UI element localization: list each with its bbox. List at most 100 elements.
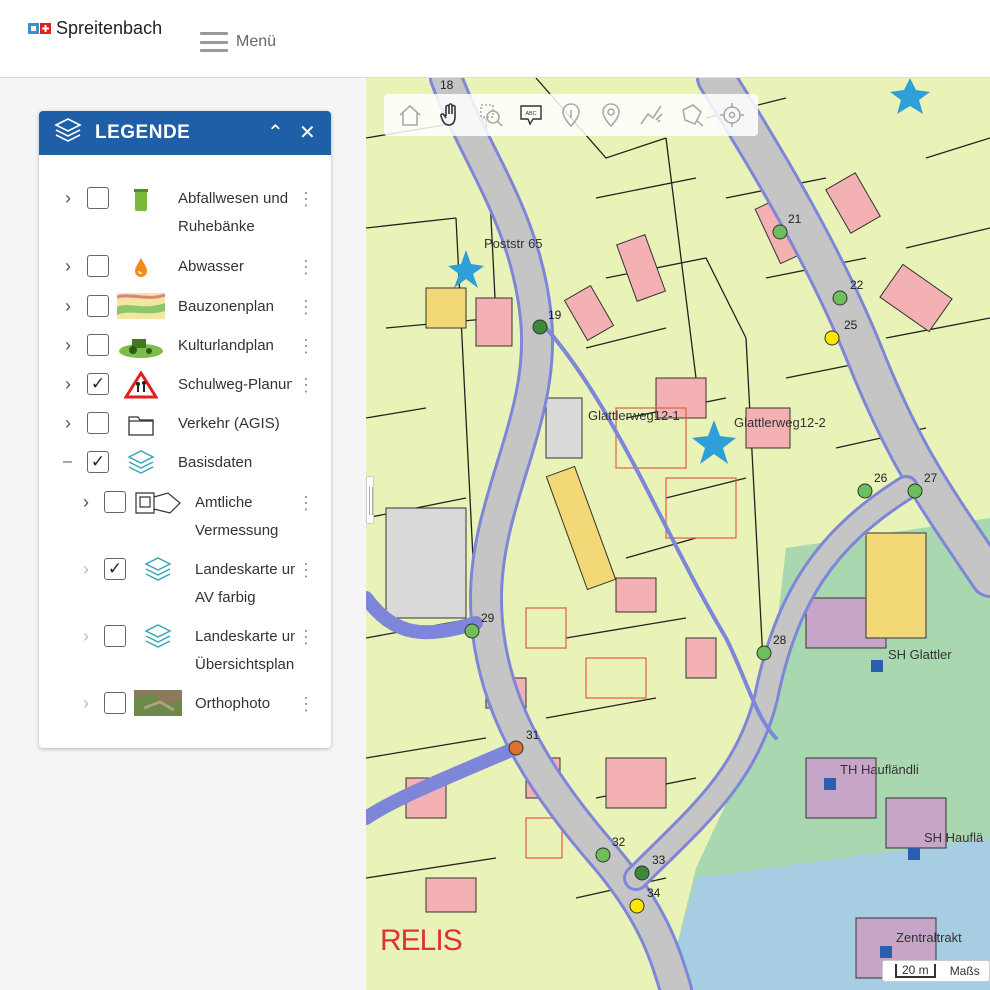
layer-checkbox[interactable] xyxy=(104,491,126,513)
orthophoto-icon xyxy=(134,690,182,716)
chevron-right-icon[interactable]: › xyxy=(65,189,77,207)
layer-label: Landeskarte und xyxy=(195,561,295,578)
brand[interactable]: Spreitenbach xyxy=(28,18,162,39)
layer-label: Schulweg-Planung xyxy=(178,376,292,393)
map-label-sh-haufland: SH Hauflä xyxy=(924,830,984,845)
relis-watermark: RELIS xyxy=(380,924,463,958)
close-icon[interactable]: ✕ xyxy=(299,123,316,143)
map-drawing xyxy=(366,78,990,990)
layer-label: Orthophoto xyxy=(195,695,271,712)
point-number: 27 xyxy=(924,471,938,485)
point-number: 26 xyxy=(874,471,888,485)
relis-text: RELIS xyxy=(380,924,463,957)
layer-checkbox[interactable] xyxy=(87,334,109,356)
legend-header: LEGENDE ⌃ ✕ xyxy=(39,111,331,155)
more-options-icon[interactable]: ⋮ xyxy=(297,189,315,210)
legend-panel: LEGENDE ⌃ ✕ › Abfallwesen und Ruhebänke … xyxy=(39,111,331,748)
legend-title: LEGENDE xyxy=(95,122,191,143)
zoning-map-icon xyxy=(117,293,165,319)
chevron-right-icon[interactable]: › xyxy=(65,336,77,354)
more-options-icon[interactable]: ⋮ xyxy=(297,560,315,581)
point-number: 18 xyxy=(440,78,454,92)
layer-checkbox[interactable] xyxy=(87,412,109,434)
more-options-icon[interactable]: ⋮ xyxy=(297,493,315,514)
chevron-right-icon[interactable]: › xyxy=(65,297,77,315)
home-icon[interactable] xyxy=(395,100,425,130)
layer-label-2: AV farbig xyxy=(195,589,256,606)
point-number: 22 xyxy=(850,278,864,292)
layer-checkbox[interactable]: ✓ xyxy=(87,373,109,395)
folder-icon xyxy=(117,412,165,438)
layer-label: Landeskarte und xyxy=(195,628,295,645)
collapse-icon[interactable]: ⌃ xyxy=(267,123,284,143)
waste-bin-icon xyxy=(117,187,165,213)
layer-label-2: Ruhebänke xyxy=(178,218,255,235)
layer-checkbox[interactable]: ✓ xyxy=(87,451,109,473)
tractor-icon xyxy=(117,334,165,360)
menu-button[interactable]: Menü xyxy=(200,32,276,52)
layer-checkbox[interactable] xyxy=(87,295,109,317)
layer-checkbox[interactable] xyxy=(104,692,126,714)
scale-bar: 20 m Maßs xyxy=(882,960,990,982)
more-options-icon[interactable]: ⋮ xyxy=(297,694,315,715)
point-number: 33 xyxy=(652,853,666,867)
collapse-group-icon[interactable]: – xyxy=(63,453,75,471)
layers-icon xyxy=(117,450,165,476)
chevron-right-icon[interactable]: › xyxy=(83,560,95,578)
chevron-right-icon[interactable]: › xyxy=(83,493,95,511)
layers-icon xyxy=(134,557,182,583)
more-options-icon[interactable]: ⋮ xyxy=(297,297,315,318)
map-canvas[interactable]: Poststr 65 Glattlerweg12-1 Glattlerweg12… xyxy=(366,78,990,990)
point-number: 34 xyxy=(647,886,661,900)
zoom-area-icon[interactable] xyxy=(476,100,506,130)
marker-icon[interactable] xyxy=(596,100,626,130)
point-number: 25 xyxy=(844,318,858,332)
chevron-right-icon[interactable]: › xyxy=(65,257,77,275)
more-options-icon[interactable]: ⋮ xyxy=(297,336,315,357)
map-label-glattler1: Glattlerweg12-1 xyxy=(588,408,680,423)
map-label-th-haufland: TH Haufländli xyxy=(840,762,919,777)
info-icon[interactable] xyxy=(556,100,586,130)
municipality-flag-icon xyxy=(28,22,52,36)
water-drop-icon xyxy=(117,255,165,281)
point-number: 32 xyxy=(612,835,626,849)
more-options-icon[interactable]: ⋮ xyxy=(297,627,315,648)
chevron-right-icon[interactable]: › xyxy=(83,694,95,712)
layer-label-2: Übersichtsplan xyxy=(195,656,295,673)
point-number: 21 xyxy=(788,212,802,226)
chevron-right-icon[interactable]: › xyxy=(83,627,95,645)
svg-text:ABC: ABC xyxy=(525,111,536,117)
layers-icon xyxy=(53,117,83,150)
layer-checkbox[interactable] xyxy=(104,625,126,647)
layers-icon xyxy=(134,624,182,650)
measure-area-icon[interactable] xyxy=(677,100,707,130)
measure-line-icon[interactable] xyxy=(636,100,666,130)
chevron-right-icon[interactable]: › xyxy=(65,375,77,393)
text-annotate-icon[interactable]: ABC xyxy=(516,100,546,130)
point-number: 29 xyxy=(481,611,495,625)
point-number: 31 xyxy=(526,728,540,742)
map-label-glattler2: Glattlerweg12-2 xyxy=(734,415,826,430)
chevron-right-icon[interactable]: › xyxy=(65,414,77,432)
map-label-zentraltrakt: Zentraltrakt xyxy=(896,930,962,945)
layer-checkbox[interactable] xyxy=(87,187,109,209)
hamburger-icon xyxy=(200,32,228,52)
map-label-poststr: Poststr 65 xyxy=(484,236,543,251)
pan-hand-icon[interactable] xyxy=(435,100,465,130)
menu-label: Menü xyxy=(236,33,277,50)
panel-resize-handle[interactable] xyxy=(366,476,374,524)
map-label-sh-glattler: SH Glattler xyxy=(888,647,952,662)
layer-label-2: Vermessung xyxy=(195,522,279,539)
layer-label: Bauzonenplan xyxy=(178,298,274,315)
scale-extra[interactable]: Maßs xyxy=(950,964,980,978)
layer-checkbox[interactable]: ✓ xyxy=(104,558,126,580)
layer-label: Amtliche xyxy=(195,494,253,511)
app-header: Spreitenbach Menü xyxy=(0,0,990,78)
more-options-icon[interactable]: ⋮ xyxy=(297,375,315,396)
map-toolbar: ABC xyxy=(384,94,758,136)
layer-label: Basisdaten xyxy=(178,454,253,471)
layer-checkbox[interactable] xyxy=(87,255,109,277)
more-options-icon[interactable]: ⋮ xyxy=(297,257,315,278)
locate-icon[interactable] xyxy=(717,100,747,130)
point-number: 19 xyxy=(548,308,562,322)
